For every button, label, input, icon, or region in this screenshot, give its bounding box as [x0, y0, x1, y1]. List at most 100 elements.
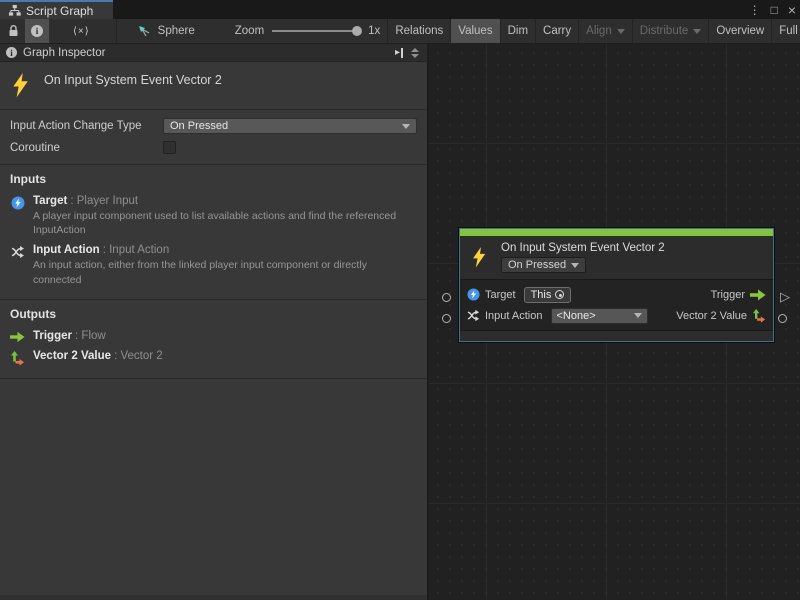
object-picker-icon — [555, 290, 564, 299]
output-name: Vector 2 Value — [33, 350, 111, 362]
info-icon: i — [6, 47, 17, 58]
input-name: Input Action — [33, 244, 100, 256]
list-item: Trigger : Flow — [10, 330, 417, 343]
graph-breadcrumb[interactable]: Sphere — [131, 19, 202, 43]
input-type: : Input Action — [103, 244, 170, 256]
graph-asset-icon — [138, 25, 152, 38]
node-row-input-action: Input Action <None> Vector 2 Value — [467, 305, 766, 326]
close-icon[interactable]: × — [788, 2, 796, 18]
input-action-dropdown[interactable]: <None> — [551, 308, 648, 324]
target-input-port[interactable] — [442, 293, 451, 302]
node-row-target: Target This Trigger — [467, 284, 766, 305]
lock-icon — [8, 25, 19, 37]
tab-label: Script Graph — [26, 4, 93, 18]
event-node[interactable]: On Input System Event Vector 2 On Presse… — [459, 228, 774, 342]
code-brackets-icon: ⟨×⟩ — [73, 26, 90, 37]
input-type: : Player Input — [70, 195, 138, 207]
input-description: A player input component used to list av… — [33, 209, 417, 237]
vector2-output-port[interactable] — [778, 314, 787, 323]
coroutine-label: Coroutine — [10, 142, 163, 154]
node-mode-value: On Pressed — [508, 259, 566, 271]
values-label: Values — [458, 25, 492, 37]
relations-label: Relations — [395, 25, 443, 37]
flow-arrow-icon — [750, 289, 766, 301]
align-button[interactable]: Align — [578, 19, 632, 43]
zoom-slider-handle[interactable] — [352, 26, 362, 36]
lock-button[interactable] — [2, 19, 25, 43]
change-type-dropdown[interactable]: On Pressed — [163, 118, 417, 134]
maximize-icon[interactable]: □ — [771, 3, 778, 17]
relations-button[interactable]: Relations — [387, 19, 450, 43]
list-item: Vector 2 Value : Vector 2 — [10, 350, 417, 366]
carry-button[interactable]: Carry — [535, 19, 578, 43]
node-event-colorbar — [460, 229, 773, 236]
node-mode-dropdown[interactable]: On Pressed — [501, 257, 586, 273]
node-title-text: On Input System Event Vector 2 — [44, 73, 222, 87]
object-port-icon — [10, 196, 25, 210]
chevron-down-icon — [617, 29, 625, 34]
code-view-button[interactable]: ⟨×⟩ — [67, 19, 96, 43]
input-action-icon — [10, 245, 25, 259]
graph-inspector-header: i Graph Inspector ▸ — [0, 44, 427, 62]
node-properties-block: Input Action Change Type On Pressed Coro… — [0, 110, 427, 165]
change-type-value: On Pressed — [170, 120, 397, 132]
flow-arrow-icon — [10, 331, 25, 343]
change-type-label: Input Action Change Type — [10, 120, 163, 132]
inputs-section: Inputs Target : Player Input A player in… — [0, 165, 427, 300]
inspector-toggle-button[interactable]: i — [25, 19, 49, 43]
event-lightning-icon — [472, 247, 487, 268]
scroll-down-icon — [411, 54, 419, 58]
distribute-button[interactable]: Distribute — [632, 19, 709, 43]
vector2-port-label: Vector 2 Value — [676, 310, 747, 322]
target-value-chip[interactable]: This — [524, 287, 572, 303]
menu-icon[interactable]: ⋮ — [749, 3, 761, 17]
window-tab-bar: Script Graph ⋮ □ × — [0, 0, 800, 19]
zoom-slider[interactable] — [272, 30, 358, 32]
toolbar-right-group: Relations Values Dim Carry Align Distrib… — [387, 19, 800, 43]
graph-toolbar: i ⟨×⟩ Sphere Zoom 1x — [0, 19, 800, 44]
output-type: : Flow — [75, 330, 106, 342]
node-header[interactable]: On Input System Event Vector 2 On Presse… — [460, 236, 773, 279]
inspector-empty-area — [0, 379, 427, 600]
info-icon: i — [31, 25, 43, 37]
graph-inspector-panel: i Graph Inspector ▸ On Input System Even… — [0, 44, 429, 600]
zoom-label: Zoom — [235, 25, 264, 37]
node-footer — [460, 330, 773, 341]
full-screen-button[interactable]: Full Screen — [771, 19, 800, 43]
toolbar-left-group: i ⟨×⟩ Sphere Zoom 1x — [0, 19, 387, 43]
window-controls: ⋮ □ × — [749, 0, 796, 19]
list-item: Input Action : Input Action An input act… — [10, 244, 417, 286]
full-screen-label: Full Screen — [779, 25, 800, 37]
dim-label: Dim — [508, 25, 528, 37]
dim-button[interactable]: Dim — [500, 19, 535, 43]
input-name: Target — [33, 195, 67, 207]
list-item: Target : Player Input A player input com… — [10, 195, 417, 237]
values-button[interactable]: Values — [450, 19, 499, 43]
trigger-output-port[interactable]: ▷ — [780, 290, 790, 303]
input-action-port-label: Input Action — [485, 310, 543, 322]
overview-button[interactable]: Overview — [708, 19, 771, 43]
dock-panel-icon[interactable]: ▸ — [395, 47, 403, 58]
toolbar-separator — [116, 19, 117, 43]
target-value: This — [531, 289, 552, 301]
target-port-label: Target — [485, 289, 516, 301]
script-graph-icon — [8, 4, 21, 17]
panel-scroll-spinner[interactable] — [409, 48, 421, 58]
graph-canvas[interactable]: ▷ On Input System Event Vector 2 On Pres… — [429, 44, 800, 600]
distribute-label: Distribute — [640, 25, 689, 37]
input-action-icon — [467, 309, 480, 322]
tab-script-graph[interactable]: Script Graph — [0, 0, 113, 19]
zoom-control: Zoom 1x — [228, 19, 388, 43]
event-lightning-icon — [12, 73, 30, 98]
zoom-value: 1x — [368, 25, 380, 37]
chevron-down-icon — [402, 124, 410, 129]
outputs-heading: Outputs — [10, 307, 417, 321]
coroutine-checkbox[interactable] — [163, 141, 176, 154]
node-title: On Input System Event Vector 2 — [501, 242, 665, 254]
scroll-up-icon — [411, 48, 419, 52]
input-action-input-port[interactable] — [442, 314, 451, 323]
script-graph-window: Script Graph ⋮ □ × i ⟨×⟩ — [0, 0, 800, 600]
node-body: Target This Trigger — [460, 280, 773, 330]
object-port-icon — [467, 288, 480, 301]
overview-label: Overview — [716, 25, 764, 37]
